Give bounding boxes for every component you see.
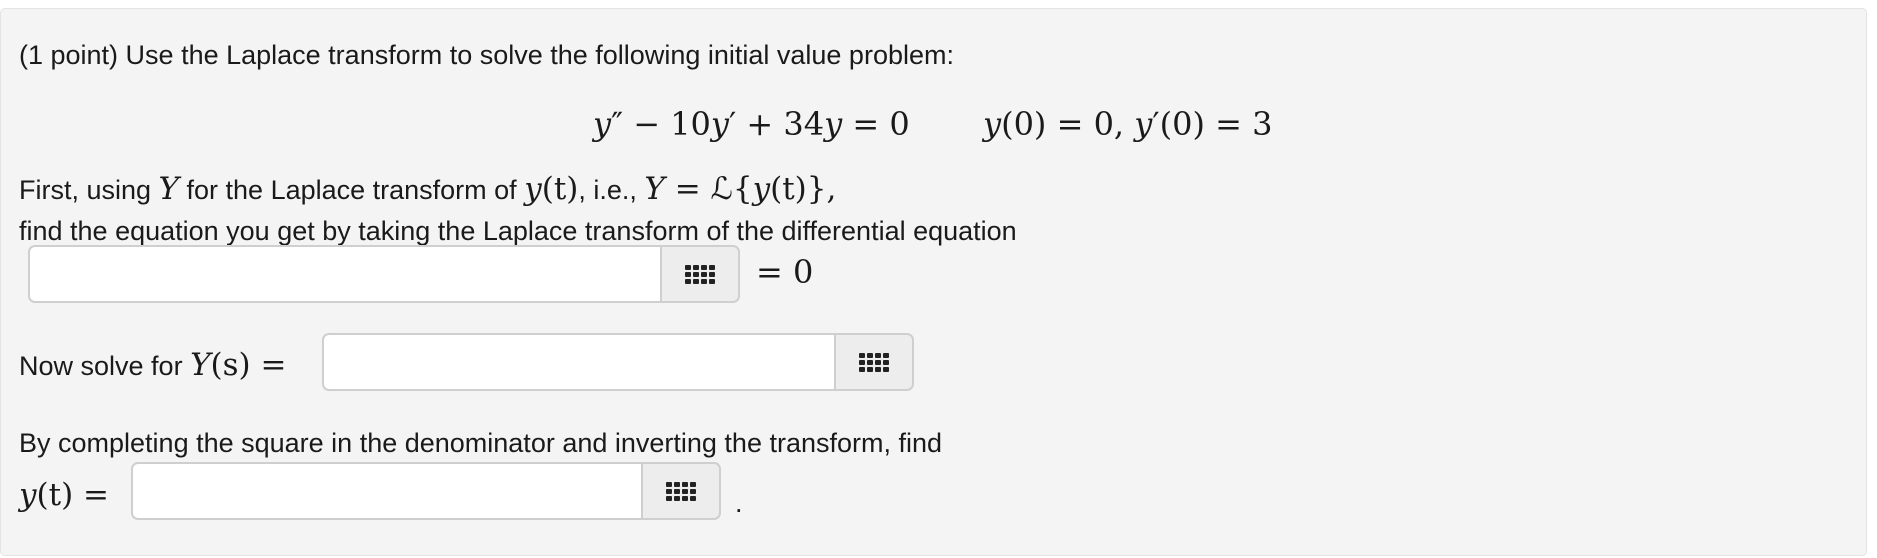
step1-instruction: First, using Y for the Laplace transform… [19, 171, 837, 207]
grid-icon [859, 352, 889, 372]
problem-intro: (1 point) Use the Laplace transform to s… [19, 40, 954, 70]
answer2-input[interactable] [322, 333, 836, 391]
answer1-input[interactable] [28, 245, 662, 303]
equation-editor-button-2[interactable] [836, 333, 914, 391]
answer1-group [28, 245, 740, 303]
answer3-group [131, 462, 721, 520]
grid-icon [666, 481, 696, 501]
equation-editor-button-1[interactable] [662, 245, 740, 303]
step3-period: . [735, 488, 743, 518]
step3-instruction: By completing the square in the denomina… [19, 428, 943, 458]
problem-panel: (1 point) Use the Laplace transform to s… [0, 8, 1867, 556]
step1-equals-zero: = 0 [756, 253, 814, 291]
grid-icon [685, 264, 715, 284]
answer3-input[interactable] [131, 462, 643, 520]
equation-editor-button-3[interactable] [643, 462, 721, 520]
step2-label: Now solve for Y(s) = [19, 347, 287, 383]
answer2-group [322, 333, 914, 391]
step1-instruction-line2: find the equation you get by taking the … [19, 216, 1017, 246]
step3-label: y(t) = [19, 477, 110, 513]
differential-equation: y″ − 10y′ + 34y = 0 [593, 105, 910, 143]
initial-conditions: y(0) = 0, y′(0) = 3 [983, 105, 1273, 143]
